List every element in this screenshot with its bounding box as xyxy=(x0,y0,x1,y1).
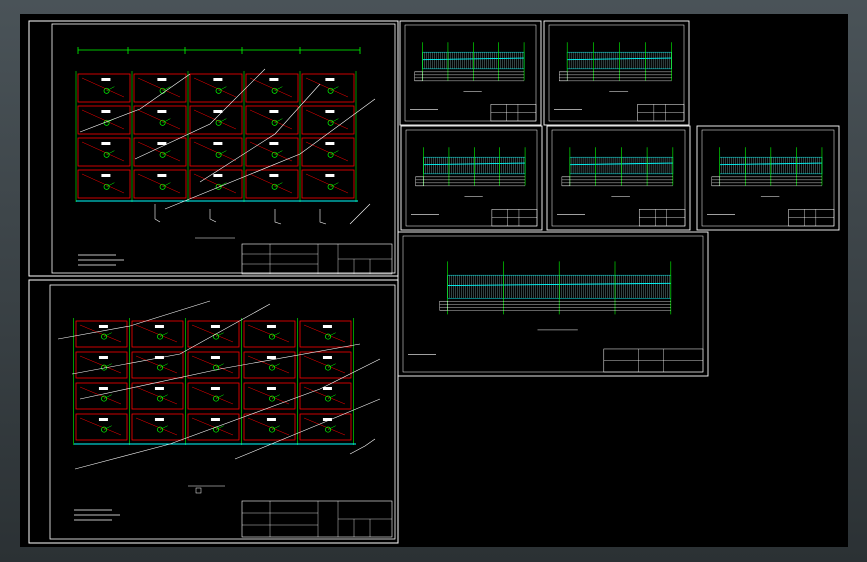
profile-sheets[interactable] xyxy=(397,20,840,377)
room-label-box xyxy=(98,418,108,421)
room-grid xyxy=(75,71,358,202)
window-frame xyxy=(0,0,867,562)
title-block xyxy=(241,243,393,275)
cad-model-space-viewport[interactable] xyxy=(20,14,848,547)
room-label-box xyxy=(157,174,167,177)
profile-border xyxy=(397,231,709,377)
room-label-box xyxy=(266,356,276,359)
sheet-2-border xyxy=(28,279,399,544)
feeder-pipe xyxy=(57,300,211,340)
profile-sheet-2[interactable] xyxy=(543,20,690,126)
room-label-box xyxy=(154,325,164,328)
sheet-1-inner-border xyxy=(51,23,396,274)
profile-inner-border xyxy=(548,24,685,122)
notes-lines xyxy=(74,509,120,521)
room-label-box xyxy=(98,387,108,390)
profile-inner-border xyxy=(402,235,704,373)
profile-inner-border xyxy=(701,129,835,227)
room-label-box xyxy=(325,174,335,177)
feeder-pipe xyxy=(71,303,271,375)
profile-sheet-4[interactable] xyxy=(546,125,691,231)
scale-marker xyxy=(195,487,202,494)
room-label-box xyxy=(101,174,111,177)
room-label-box xyxy=(154,387,164,390)
room-label-box xyxy=(266,418,276,421)
room-label-box xyxy=(269,142,279,145)
room-label-box xyxy=(154,418,164,421)
room-label-box xyxy=(269,78,279,81)
room-label-box xyxy=(210,418,220,421)
room-label-box xyxy=(157,110,167,113)
room-label-box xyxy=(213,174,223,177)
dimension-ticks xyxy=(77,47,361,54)
profile-sheet-1[interactable] xyxy=(399,20,542,126)
room-label-box xyxy=(266,325,276,328)
room-label-box xyxy=(322,387,332,390)
feeder-pipe xyxy=(164,98,376,210)
feeder-pipe xyxy=(79,73,191,133)
room-label-box xyxy=(98,356,108,359)
profile-inner-border xyxy=(405,129,538,227)
room-label-box xyxy=(213,142,223,145)
table-header-cell xyxy=(559,71,568,82)
feeder-pipe xyxy=(234,398,381,460)
room-label-box xyxy=(322,356,332,359)
room-label-box xyxy=(213,78,223,81)
room-grid xyxy=(73,318,356,445)
room-label-box xyxy=(101,110,111,113)
feeder-pipe xyxy=(209,209,217,223)
sheet-2[interactable] xyxy=(28,279,399,544)
profile-sheet-6[interactable] xyxy=(397,231,709,377)
feeder-pipe xyxy=(274,209,282,225)
room-label-box xyxy=(325,142,335,145)
table-header-cell xyxy=(711,176,720,187)
profile-inner-border xyxy=(551,129,686,227)
room-label-box xyxy=(322,325,332,328)
room-label-box xyxy=(98,325,108,328)
room-label-box xyxy=(269,110,279,113)
room-label-box xyxy=(266,387,276,390)
title-block xyxy=(241,500,393,538)
room-label-box xyxy=(101,142,111,145)
room-label-box xyxy=(157,78,167,81)
room-label-box xyxy=(210,325,220,328)
table-header-cell xyxy=(439,301,448,311)
feeder-pipe xyxy=(349,203,371,225)
room-label-box xyxy=(157,142,167,145)
table-header-cell xyxy=(561,176,571,187)
notes-lines xyxy=(78,254,124,266)
room-label-box xyxy=(210,387,220,390)
feeder-pipe xyxy=(154,204,161,223)
room-label-box xyxy=(269,174,279,177)
cad-drawing[interactable] xyxy=(20,14,848,547)
room-label-box xyxy=(101,78,111,81)
feeder-pipe xyxy=(319,209,327,225)
sheet-1[interactable] xyxy=(28,20,399,277)
table-header-cell xyxy=(415,176,424,187)
profile-sheet-5[interactable] xyxy=(696,125,840,231)
room-label-box xyxy=(325,78,335,81)
room-label-box xyxy=(210,356,220,359)
profile-sheet-3[interactable] xyxy=(400,125,543,231)
room-label-box xyxy=(325,110,335,113)
table-header-cell xyxy=(414,71,423,82)
feeder-pipe xyxy=(134,68,266,160)
profile-inner-border xyxy=(404,24,537,122)
